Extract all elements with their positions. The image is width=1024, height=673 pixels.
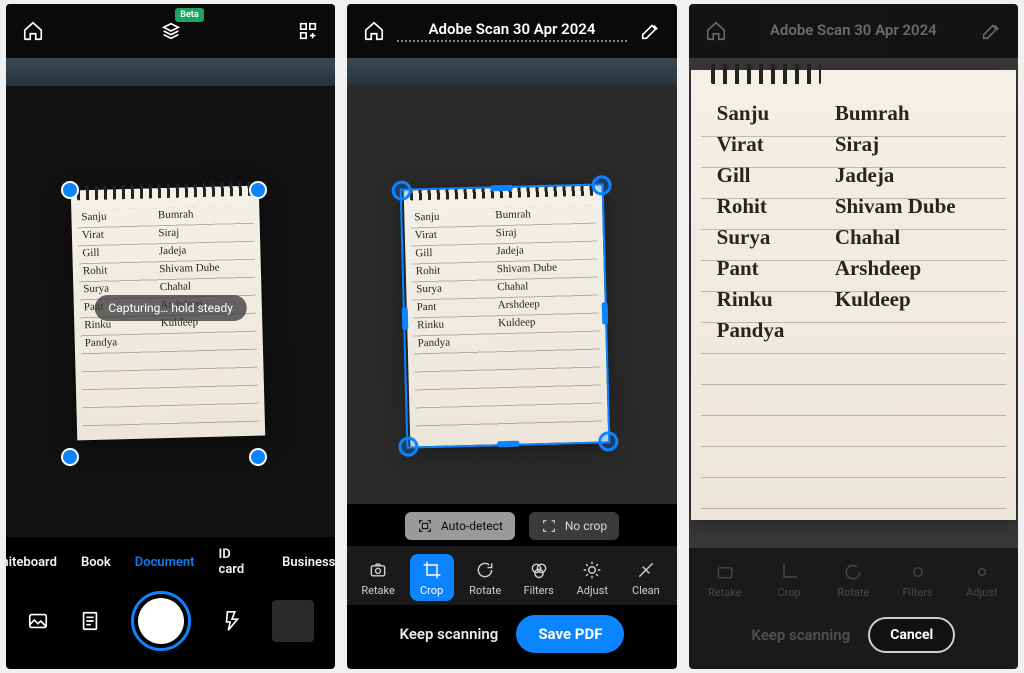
tool-rotate[interactable]: Rotate — [463, 554, 507, 601]
autodetect-icon — [417, 518, 433, 534]
tool-retake: Retake — [703, 556, 747, 603]
home-icon — [705, 20, 727, 42]
qr-icon[interactable] — [297, 20, 319, 42]
adjust-icon — [582, 560, 602, 580]
crop-edge-top[interactable] — [491, 185, 513, 192]
gallery-icon[interactable] — [27, 610, 49, 632]
home-icon[interactable] — [363, 20, 385, 42]
nocrop-label: No crop — [565, 519, 607, 533]
result-viewport: SanjuBumrahViratSirajGillJadejaRohitShiv… — [689, 58, 1018, 548]
flash-auto-icon[interactable] — [221, 610, 243, 632]
mode-idcard[interactable]: ID card — [219, 547, 259, 577]
scan-title: Adobe Scan 30 Apr 2024 — [739, 21, 968, 41]
tool-clean[interactable]: Clean — [624, 554, 668, 601]
tool-adjust-label: Adjust — [577, 584, 608, 597]
topbar-crop: Adobe Scan 30 Apr 2024 — [347, 4, 676, 58]
keep-scanning-button[interactable]: Keep scanning — [400, 625, 499, 643]
nocrop-button[interactable]: No crop — [529, 512, 619, 540]
mode-document[interactable]: Document — [135, 555, 195, 570]
handwritten-names: SanjuBumrahViratSirajGillJadejaRohitShiv… — [71, 200, 263, 353]
mode-business[interactable]: Business — [282, 555, 335, 570]
mode-book[interactable]: Book — [81, 555, 111, 570]
handwritten-names: SanjuBumrahViratSirajGillJadejaRohitShiv… — [691, 84, 1016, 346]
topbar-saving: Adobe Scan 30 Apr 2024 — [689, 4, 1018, 58]
crop-corner-br[interactable] — [598, 431, 619, 452]
tool-filters-label: Filters — [524, 584, 554, 597]
crop-handle-tl[interactable] — [61, 181, 79, 199]
phone-crop-screen: Adobe Scan 30 Apr 2024 SanjuBumrahViratS… — [347, 4, 676, 669]
notebook-result: SanjuBumrahViratSirajGillJadejaRohitShiv… — [691, 70, 1016, 520]
nocrop-icon — [541, 518, 557, 534]
tool-retake-label: Retake — [361, 584, 395, 597]
action-row: Keep scanning Save PDF — [347, 605, 676, 669]
mode-whiteboard[interactable]: Whiteboard — [6, 555, 57, 570]
scan-title[interactable]: Adobe Scan 30 Apr 2024 — [397, 20, 626, 42]
last-capture-thumbnail[interactable] — [272, 600, 314, 642]
crop-edge-bottom[interactable] — [498, 441, 520, 448]
edit-title-icon[interactable] — [639, 20, 661, 42]
tool-retake[interactable]: Retake — [356, 554, 400, 601]
document-capture-icon[interactable] — [79, 610, 101, 632]
crop-corner-tr[interactable] — [592, 175, 613, 196]
autodetect-label: Auto-detect — [441, 519, 503, 533]
crop-options: Auto-detect No crop — [347, 504, 676, 546]
tool-strip-disabled: Retake Crop Rotate Filters Adjust — [689, 548, 1018, 607]
capture-status-toast: Capturing… hold steady — [94, 295, 247, 321]
tool-rotate-label: Rotate — [469, 584, 501, 597]
tool-adjust: Adjust — [960, 556, 1004, 603]
crop-handle-br[interactable] — [249, 448, 267, 466]
tool-rotate: Rotate — [831, 556, 875, 603]
crop-corner-bl[interactable] — [398, 436, 419, 457]
beta-badge: Beta — [175, 8, 203, 22]
stack-icon[interactable]: Beta — [160, 20, 182, 42]
crop-corner-tl[interactable] — [392, 180, 413, 201]
rotate-icon — [475, 560, 495, 580]
tool-crop[interactable]: Crop — [410, 554, 454, 601]
clean-icon — [636, 560, 656, 580]
capture-mode-strip[interactable]: Whiteboard Book Document ID card Busines… — [6, 537, 335, 581]
crop-edge-right[interactable] — [602, 302, 609, 324]
tool-strip: Retake Crop Rotate Filters Adjust Clean — [347, 546, 676, 605]
save-pdf-button[interactable]: Save PDF — [516, 615, 624, 653]
autodetect-button[interactable]: Auto-detect — [405, 512, 515, 540]
crop-frame[interactable] — [400, 183, 611, 448]
capture-bar — [6, 581, 335, 669]
crop-icon — [422, 560, 442, 580]
crop-handle-bl[interactable] — [61, 448, 79, 466]
cancel-button[interactable]: Cancel — [868, 617, 955, 653]
retake-icon — [368, 560, 388, 580]
tool-crop-label: Crop — [420, 584, 443, 597]
crop-viewport[interactable]: SanjuBumrahViratSirajGillJadejaRohitShiv… — [347, 58, 676, 504]
tool-filters: Filters — [896, 556, 940, 603]
crop-edge-left[interactable] — [402, 308, 409, 330]
shutter-button[interactable] — [131, 591, 191, 651]
topbar-capture: Beta — [6, 4, 335, 58]
action-row-saving: Keep scanning Cancel — [689, 607, 1018, 669]
keep-scanning-button: Keep scanning — [751, 626, 850, 644]
tool-filters[interactable]: Filters — [517, 554, 561, 601]
tool-crop: Crop — [767, 556, 811, 603]
home-icon[interactable] — [22, 20, 44, 42]
filters-icon — [529, 560, 549, 580]
phone-saving-screen: Adobe Scan 30 Apr 2024 SanjuBumrahViratS… — [689, 4, 1018, 669]
tool-clean-label: Clean — [632, 584, 660, 597]
edit-title-icon — [980, 20, 1002, 42]
phone-capture-screen: Beta SanjuBumrahViratSirajGillJadejaRohi… — [6, 4, 335, 669]
tool-adjust[interactable]: Adjust — [570, 554, 614, 601]
camera-viewport[interactable]: SanjuBumrahViratSirajGillJadejaRohitShiv… — [6, 58, 335, 537]
crop-handle-tr[interactable] — [249, 181, 267, 199]
